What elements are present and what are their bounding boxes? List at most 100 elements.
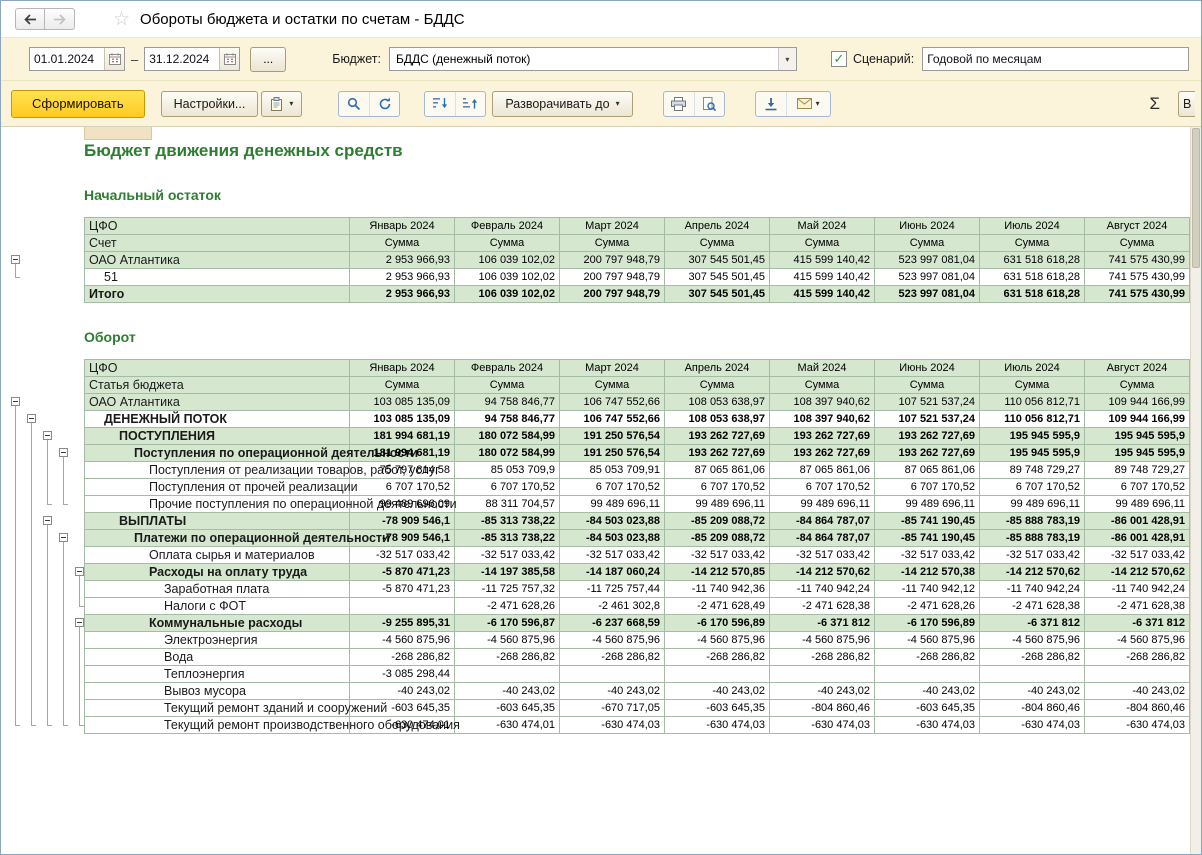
value-cell[interactable]: 180 072 584,99 [455, 428, 560, 445]
value-cell[interactable]: 106 747 552,66 [560, 394, 665, 411]
value-cell[interactable]: 193 262 727,69 [875, 428, 980, 445]
row-label-cell[interactable]: ПОСТУПЛЕНИЯ [85, 428, 350, 445]
sum-header-cell[interactable]: Сумма [560, 377, 665, 394]
value-cell[interactable] [560, 666, 665, 683]
value-cell[interactable] [665, 666, 770, 683]
sum-header-cell[interactable]: Сумма [875, 377, 980, 394]
value-cell[interactable]: -4 560 875,96 [560, 632, 665, 649]
month-header-cell[interactable]: Апрель 2024 [665, 218, 770, 235]
value-cell[interactable]: -804 860,46 [980, 700, 1085, 717]
row-label-cell[interactable]: ВЫПЛАТЫ [85, 513, 350, 530]
value-cell[interactable]: 193 262 727,69 [770, 428, 875, 445]
value-cell[interactable]: 6 707 170,52 [875, 479, 980, 496]
month-header-cell[interactable]: Май 2024 [770, 218, 875, 235]
value-cell[interactable] [875, 666, 980, 683]
value-cell[interactable]: -40 243,02 [1085, 683, 1190, 700]
value-cell[interactable]: 109 944 166,99 [1085, 394, 1190, 411]
value-cell[interactable]: -6 237 668,59 [560, 615, 665, 632]
month-header-cell[interactable]: Август 2024 [1085, 218, 1190, 235]
row-label-cell[interactable]: Коммунальные расходы [85, 615, 350, 632]
row-label-cell[interactable]: ДЕНЕЖНЫЙ ПОТОК [85, 411, 350, 428]
value-cell[interactable]: -32 517 033,42 [665, 547, 770, 564]
sum-header-cell[interactable]: Сумма [665, 235, 770, 252]
value-cell[interactable]: -11 740 942,24 [770, 581, 875, 598]
value-cell[interactable]: 523 997 081,04 [875, 252, 980, 269]
value-cell[interactable]: 99 489 696,11 [770, 496, 875, 513]
value-cell[interactable]: -2 471 628,49 [665, 598, 770, 615]
sum-header-cell[interactable]: Сумма [455, 377, 560, 394]
value-cell[interactable]: -804 860,46 [770, 700, 875, 717]
value-cell[interactable]: -5 870 471,23 [350, 564, 455, 581]
row-label-cell[interactable]: Расходы на оплату труда [85, 564, 350, 581]
value-cell[interactable]: 741 575 430,99 [1085, 286, 1190, 303]
value-cell[interactable]: 193 262 727,69 [665, 428, 770, 445]
group-collapse-button[interactable] [11, 397, 20, 406]
refresh-button[interactable] [369, 92, 399, 116]
value-cell[interactable]: 307 545 501,45 [665, 286, 770, 303]
value-cell[interactable]: 106 039 102,02 [455, 286, 560, 303]
row-dimension-header-cell[interactable]: Статья бюджета [85, 377, 350, 394]
value-cell[interactable]: 99 489 696,11 [980, 496, 1085, 513]
value-cell[interactable]: 200 797 948,79 [560, 286, 665, 303]
value-cell[interactable]: 6 707 170,52 [1085, 479, 1190, 496]
favorites-star-icon[interactable]: ☆ [113, 10, 130, 29]
value-cell[interactable]: -6 371 812 [1085, 615, 1190, 632]
value-cell[interactable]: -11 740 942,36 [665, 581, 770, 598]
value-cell[interactable] [980, 666, 1085, 683]
sum-header-cell[interactable]: Сумма [770, 377, 875, 394]
value-cell[interactable]: 200 797 948,79 [560, 269, 665, 286]
value-cell[interactable]: 110 056 812,71 [980, 394, 1085, 411]
row-label-cell[interactable]: 51 [85, 269, 350, 286]
value-cell[interactable]: -630 474,03 [980, 717, 1085, 734]
report-variants-split-button[interactable]: ▾ [261, 91, 302, 117]
date-from-input[interactable] [30, 49, 104, 69]
value-cell[interactable]: -4 560 875,96 [875, 632, 980, 649]
month-header-cell[interactable]: Январь 2024 [350, 360, 455, 377]
value-cell[interactable]: 6 707 170,52 [350, 479, 455, 496]
value-cell[interactable]: -14 212 570,38 [875, 564, 980, 581]
month-header-cell[interactable]: Июнь 2024 [875, 360, 980, 377]
value-cell[interactable]: -85 741 190,45 [875, 530, 980, 547]
row-label-cell[interactable]: Платежи по операционной деятельности [85, 530, 350, 547]
row-label-cell[interactable]: Поступления от реализации товаров, работ… [85, 462, 350, 479]
value-cell[interactable]: -268 286,82 [665, 649, 770, 666]
sum-header-cell[interactable]: Сумма [350, 377, 455, 394]
value-cell[interactable]: 88 311 704,57 [455, 496, 560, 513]
sum-header-cell[interactable]: Сумма [560, 235, 665, 252]
value-cell[interactable]: -268 286,82 [455, 649, 560, 666]
value-cell[interactable]: 6 707 170,52 [560, 479, 665, 496]
row-label-cell[interactable]: Вода [85, 649, 350, 666]
value-cell[interactable]: -84 864 787,07 [770, 513, 875, 530]
value-cell[interactable] [455, 666, 560, 683]
save-file-button[interactable] [756, 92, 786, 116]
value-cell[interactable]: 523 997 081,04 [875, 286, 980, 303]
value-cell[interactable]: 85 053 709,91 [560, 462, 665, 479]
value-cell[interactable]: 89 748 729,27 [1085, 462, 1190, 479]
value-cell[interactable]: 741 575 430,99 [1085, 269, 1190, 286]
generate-button[interactable]: Сформировать [11, 90, 145, 118]
value-cell[interactable]: -11 740 942,24 [1085, 581, 1190, 598]
month-header-cell[interactable]: Февраль 2024 [455, 218, 560, 235]
value-cell[interactable]: 2 953 966,93 [350, 286, 455, 303]
value-cell[interactable]: -85 741 190,45 [875, 513, 980, 530]
value-cell[interactable] [350, 598, 455, 615]
value-cell[interactable]: -630 474,03 [770, 717, 875, 734]
group-collapse-button[interactable] [75, 618, 84, 627]
row-label-cell[interactable]: Поступления от прочей реализации [85, 479, 350, 496]
value-cell[interactable]: -268 286,82 [1085, 649, 1190, 666]
value-cell[interactable]: 195 945 595,9 [980, 445, 1085, 462]
value-cell[interactable]: -32 517 033,42 [875, 547, 980, 564]
value-cell[interactable]: 110 056 812,71 [980, 411, 1085, 428]
value-cell[interactable]: 108 053 638,97 [665, 411, 770, 428]
column-header-cell[interactable]: ЦФО [85, 218, 350, 235]
value-cell[interactable]: -2 471 628,26 [455, 598, 560, 615]
value-cell[interactable]: -603 645,35 [875, 700, 980, 717]
value-cell[interactable]: -630 474,01 [455, 717, 560, 734]
sum-header-cell[interactable]: Сумма [1085, 377, 1190, 394]
value-cell[interactable]: -4 560 875,96 [350, 632, 455, 649]
value-cell[interactable]: -2 471 628,38 [980, 598, 1085, 615]
value-cell[interactable]: -630 474,03 [875, 717, 980, 734]
value-cell[interactable]: 87 065 861,06 [665, 462, 770, 479]
value-cell[interactable]: 87 065 861,06 [875, 462, 980, 479]
value-cell[interactable]: -40 243,02 [455, 683, 560, 700]
